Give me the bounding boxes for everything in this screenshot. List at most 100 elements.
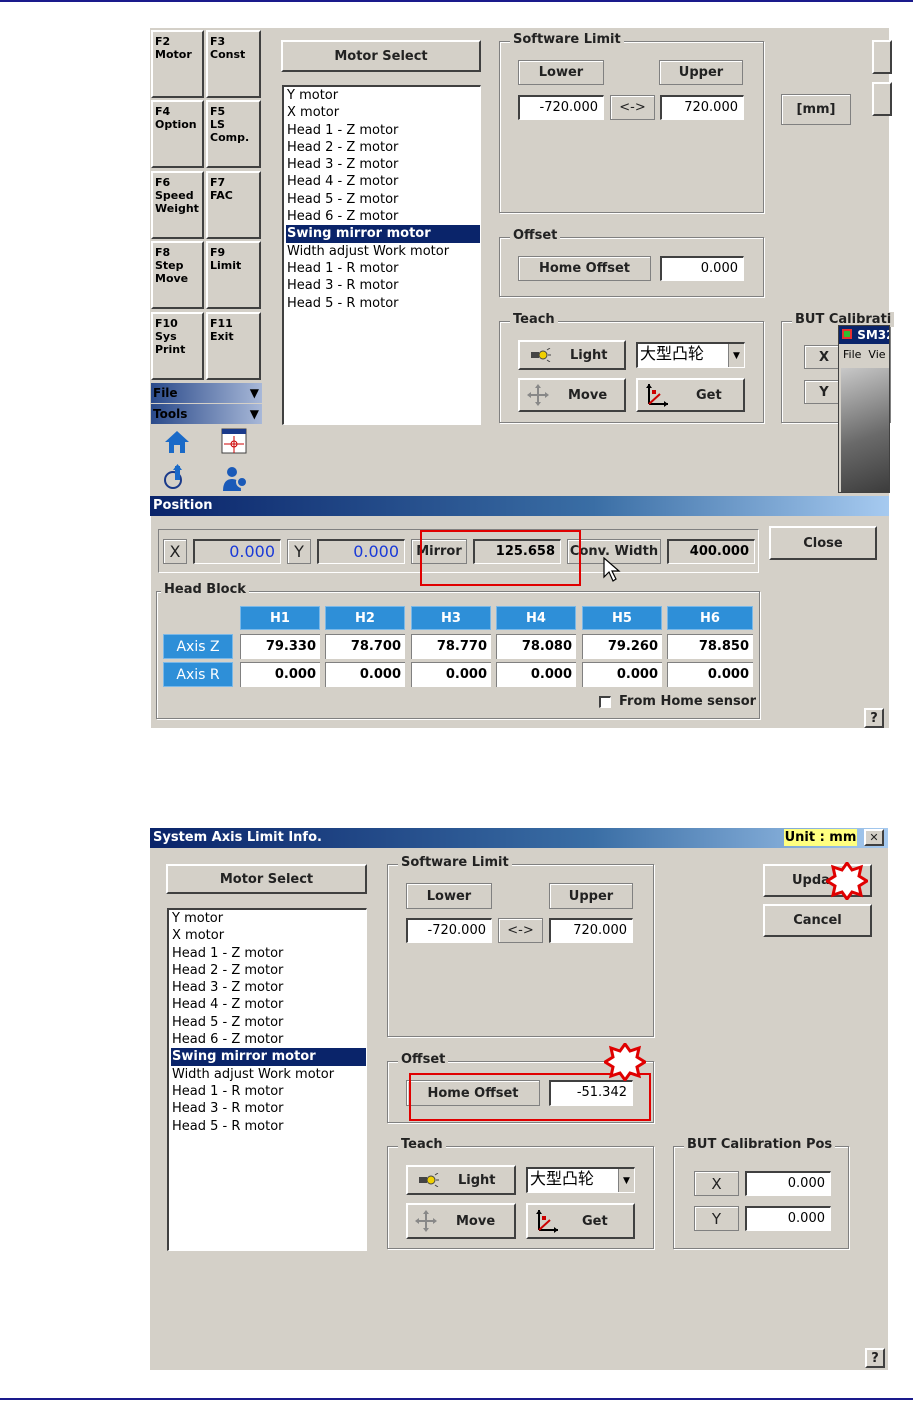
f10-sys-print-key[interactable]: F10 Sys Print (151, 312, 204, 380)
f3-const-key[interactable]: F3 Const (206, 30, 261, 98)
info-icon[interactable] (161, 464, 189, 492)
cancel-button[interactable]: Cancel (763, 904, 872, 937)
from-home-sensor-checkbox[interactable] (599, 696, 611, 708)
software-limit-title: Software Limit (510, 32, 624, 47)
get-button[interactable]: Get (636, 378, 745, 412)
mouse-cursor-icon (603, 557, 621, 582)
list-item[interactable]: Head 1 - R motor (286, 260, 480, 277)
list-item[interactable]: X motor (171, 927, 366, 944)
list-item[interactable]: Head 1 - Z motor (171, 945, 366, 962)
y-position-label: Y (287, 539, 311, 564)
side-button-1[interactable] (872, 40, 892, 74)
f2-motor-key[interactable]: F2 Motor (151, 30, 204, 98)
fkey-code: F6 (155, 176, 171, 189)
fkey-code: F10 (155, 317, 178, 330)
light-label: Light (570, 347, 608, 363)
list-item[interactable]: Head 5 - R motor (171, 1118, 366, 1135)
f11-exit-key[interactable]: F11 Exit (206, 312, 261, 380)
f8-step-move-key[interactable]: F8 Step Move (151, 241, 204, 309)
help-button[interactable]: ? (865, 1348, 885, 1368)
list-item[interactable]: Head 6 - Z motor (286, 208, 480, 225)
chevron-down-icon[interactable]: ▼ (618, 1169, 634, 1192)
head-block-title: Head Block (161, 582, 249, 597)
list-item-selected[interactable]: Swing mirror motor (286, 225, 480, 243)
fkey-name: Limit (210, 259, 242, 272)
list-item[interactable]: Head 1 - R motor (171, 1083, 366, 1100)
motor-list[interactable]: Y motor X motor Head 1 - Z motor Head 2 … (282, 85, 481, 425)
home-offset-input[interactable]: 0.000 (660, 256, 744, 281)
move-arrows-icon (527, 384, 549, 406)
help-button[interactable]: ? (864, 708, 884, 728)
cam-type-select[interactable]: 大型凸轮 ▼ (526, 1167, 635, 1193)
move-label: Move (568, 387, 608, 403)
list-item-selected[interactable]: Swing mirror motor (171, 1048, 366, 1066)
f7-fac-key[interactable]: F7 FAC (206, 171, 261, 239)
list-item[interactable]: Head 2 - Z motor (286, 139, 480, 156)
get-label: Get (582, 1213, 608, 1229)
chevron-down-icon[interactable]: ▼ (728, 344, 744, 367)
lower-limit-input[interactable]: -720.000 (406, 918, 492, 943)
list-item[interactable]: Head 3 - Z motor (171, 979, 366, 996)
list-item[interactable]: Head 4 - Z motor (286, 173, 480, 190)
f4-option-key[interactable]: F4 Option (151, 100, 204, 168)
mini-menubar: File Vie (843, 348, 886, 361)
cam-type-select[interactable]: 大型凸轮 ▼ (636, 342, 745, 368)
f6-speed-weight-key[interactable]: F6 Speed Weight (151, 171, 204, 239)
f5-ls-comp-key[interactable]: F5 LS Comp. (206, 100, 261, 168)
fkey-code: F5 (210, 105, 226, 118)
axis-r-h1-value: 0.000 (240, 662, 320, 687)
list-item[interactable]: Head 1 - Z motor (286, 122, 480, 139)
teach-title: Teach (510, 312, 558, 327)
user-settings-icon[interactable] (220, 464, 250, 492)
side-button-2[interactable] (872, 82, 892, 116)
f9-limit-key[interactable]: F9 Limit (206, 241, 261, 309)
axis-get-icon (536, 1210, 558, 1233)
close-button[interactable]: Close (769, 526, 877, 560)
range-arrow-label: <-> (610, 95, 655, 120)
motor-list[interactable]: Y motor X motor Head 1 - Z motor Head 2 … (167, 908, 367, 1251)
list-item[interactable]: Head 3 - R motor (286, 277, 480, 294)
home-icon[interactable] (163, 429, 191, 455)
light-button[interactable]: Light (406, 1165, 516, 1195)
list-item[interactable]: Width adjust Work motor (286, 243, 480, 260)
position-title: Position (153, 498, 213, 513)
list-item[interactable]: Head 4 - Z motor (171, 996, 366, 1013)
move-button[interactable]: Move (406, 1203, 516, 1239)
list-item[interactable]: Head 5 - R motor (286, 295, 480, 312)
mini-titlebar: SM32 (839, 326, 889, 344)
list-item[interactable]: Y motor (171, 910, 366, 927)
list-item[interactable]: Head 5 - Z motor (171, 1014, 366, 1031)
move-button[interactable]: Move (518, 378, 626, 412)
list-item[interactable]: Head 2 - Z motor (171, 962, 366, 979)
but-y-input[interactable]: 0.000 (745, 1206, 831, 1231)
motor-select-button[interactable]: Motor Select (166, 864, 367, 894)
calibration-target-icon[interactable] (220, 427, 248, 455)
list-item[interactable]: Y motor (286, 87, 480, 104)
axis-z-h4-value: 78.080 (496, 634, 576, 659)
fkey-code: F8 (155, 246, 171, 259)
tools-menu[interactable]: Tools ▼ (151, 404, 262, 424)
fkey-code: F7 (210, 176, 226, 189)
list-item[interactable]: Head 3 - Z motor (286, 156, 480, 173)
list-item[interactable]: Head 6 - Z motor (171, 1031, 366, 1048)
get-button[interactable]: Get (526, 1203, 635, 1239)
lower-limit-input[interactable]: -720.000 (518, 95, 604, 120)
mini-file-menu[interactable]: File (843, 348, 861, 361)
window-close-button[interactable]: ✕ (864, 829, 884, 846)
list-item[interactable]: X motor (286, 104, 480, 121)
mini-view-menu[interactable]: Vie (868, 348, 885, 361)
list-item[interactable]: Head 3 - R motor (171, 1100, 366, 1117)
motor-select-button[interactable]: Motor Select (281, 40, 481, 72)
list-item[interactable]: Head 5 - Z motor (286, 191, 480, 208)
but-x-input[interactable]: 0.000 (745, 1171, 831, 1196)
upper-limit-input[interactable]: 720.000 (549, 918, 633, 943)
light-button[interactable]: Light (518, 340, 626, 370)
sm32-mini-window[interactable]: SM32 File Vie (838, 325, 890, 493)
upper-limit-input[interactable]: 720.000 (660, 95, 744, 120)
light-label: Light (458, 1172, 496, 1188)
fkey-code: F2 (155, 35, 171, 48)
axis-r-h4-value: 0.000 (496, 662, 576, 687)
list-item[interactable]: Width adjust Work motor (171, 1066, 366, 1083)
fkey-name: Step Move (155, 259, 189, 285)
file-menu[interactable]: File ▼ (151, 383, 262, 403)
